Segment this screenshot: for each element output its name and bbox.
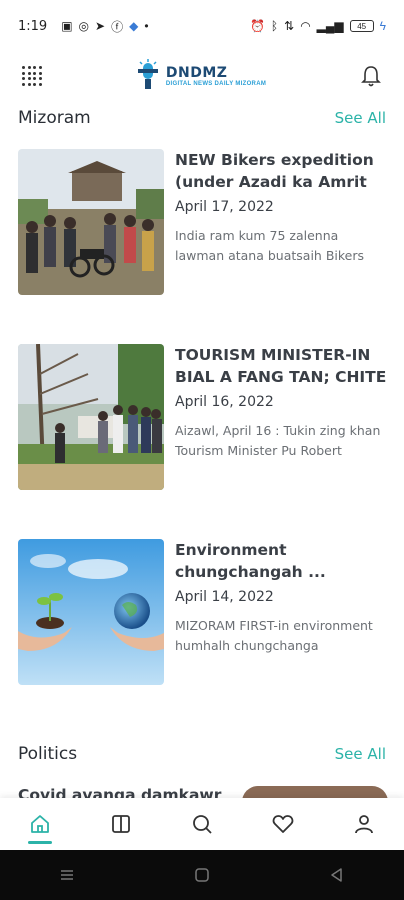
app-header: DNDMZ DIGITAL NEWS DAILY MIZORAM	[0, 52, 404, 100]
battery-icon: 45	[349, 20, 374, 32]
battery-level: 45	[357, 21, 367, 31]
signal-icon: ▂▄▆	[316, 19, 344, 33]
home-icon	[31, 815, 50, 833]
facebook-icon: ⓕ	[111, 19, 124, 34]
whatsapp-icon: ◎	[78, 19, 90, 33]
news-thumbnail	[18, 344, 164, 490]
section-title: Mizoram	[18, 108, 91, 128]
logo-title: DNDMZ	[165, 65, 228, 81]
news-text: TOURISM MINISTER-IN BIAL A FANG TAN; CHI…	[175, 344, 388, 490]
section-title: Politics	[18, 744, 78, 764]
tourism-minister-photo	[18, 344, 164, 490]
section-header-mizoram: Mizoram See All	[0, 106, 404, 130]
news-description: India ram kum 75 zalenna lawman atana bu…	[175, 228, 365, 263]
back-button-icon[interactable]	[329, 867, 345, 883]
nav-categories[interactable]	[101, 804, 141, 844]
status-bar: 1:19 ▣ ◎ ➤ ⓕ ◆ • ⏰ ᛒ ⇅ ◠ ▂▄▆ 45 ϟ	[0, 0, 404, 52]
home-button-icon[interactable]	[194, 867, 210, 883]
nav-home[interactable]	[20, 804, 60, 844]
bikers-photo	[18, 149, 164, 295]
environment-photo	[18, 539, 164, 685]
notification-icons: ▣ ◎ ➤ ⓕ ◆ •	[61, 18, 148, 35]
bell-icon[interactable]	[360, 64, 382, 88]
news-title: NEW Bikers expedition (under Azadi ka Am…	[175, 151, 374, 191]
dot-icon: •	[144, 19, 149, 33]
news-date: April 16, 2022	[175, 394, 274, 410]
news-thumbnail	[18, 149, 164, 295]
bottom-navigation	[0, 798, 404, 850]
active-indicator	[28, 841, 53, 844]
news-description: Aizawl, April 16 : Tukin zing khan Touri…	[175, 423, 381, 458]
nav-favorites[interactable]	[263, 804, 303, 844]
news-description: MIZORAM FIRST-in environment humhalh chu…	[175, 618, 373, 653]
bluetooth-icon: ᛒ	[270, 19, 279, 33]
alarm-icon: ⏰	[249, 19, 265, 33]
logo-subtitle: DIGITAL NEWS DAILY MIZORAM	[165, 81, 267, 87]
notification-icon: ▣	[61, 19, 73, 33]
news-thumbnail	[18, 539, 164, 685]
news-title: Environment chungchangah ...	[175, 541, 326, 581]
system-navigation-bar	[0, 850, 404, 900]
app-logo: DNDMZ DIGITAL NEWS DAILY MIZORAM	[136, 59, 266, 93]
telegram-icon: ➤	[95, 19, 106, 33]
news-item[interactable]: Environment chungchangah ... April 14, 2…	[18, 539, 388, 685]
news-title: Covid avanga damkawr	[18, 786, 222, 798]
nav-profile[interactable]	[344, 804, 384, 844]
charging-icon: ϟ	[379, 19, 386, 33]
status-time: 1:19	[18, 18, 48, 34]
news-text: NEW Bikers expedition (under Azadi ka Am…	[175, 149, 388, 295]
system-icons: ⏰ ᛒ ⇅ ◠ ▂▄▆ 45 ϟ	[250, 19, 386, 33]
see-all-link[interactable]: See All	[335, 109, 386, 127]
news-title: TOURISM MINISTER-IN BIAL A FANG TAN; CHI…	[175, 346, 387, 386]
data-icon: ⇅	[284, 19, 295, 33]
section-header-politics: Politics See All	[0, 742, 404, 766]
news-item[interactable]: TOURISM MINISTER-IN BIAL A FANG TAN; CHI…	[18, 344, 388, 490]
book-icon	[112, 815, 131, 833]
heart-icon	[272, 815, 294, 833]
news-item[interactable]: NEW Bikers expedition (under Azadi ka Am…	[18, 149, 388, 295]
news-text: Environment chungchangah ... April 14, 2…	[175, 539, 388, 685]
recent-apps-icon[interactable]	[59, 867, 75, 883]
wifi-icon: ◠	[300, 19, 311, 33]
news-item-partial[interactable]: Covid avanga damkawr	[18, 784, 388, 798]
search-icon	[193, 815, 212, 834]
news-date: April 17, 2022	[175, 199, 274, 215]
app-icon: ◆	[129, 19, 139, 33]
see-all-link[interactable]: See All	[335, 745, 386, 763]
grid-menu-icon[interactable]	[22, 66, 42, 86]
news-date: April 14, 2022	[175, 589, 274, 605]
nav-search[interactable]	[182, 804, 222, 844]
user-icon	[354, 815, 373, 834]
news-thumbnail	[242, 786, 388, 798]
microphone-logo-icon	[137, 59, 158, 89]
